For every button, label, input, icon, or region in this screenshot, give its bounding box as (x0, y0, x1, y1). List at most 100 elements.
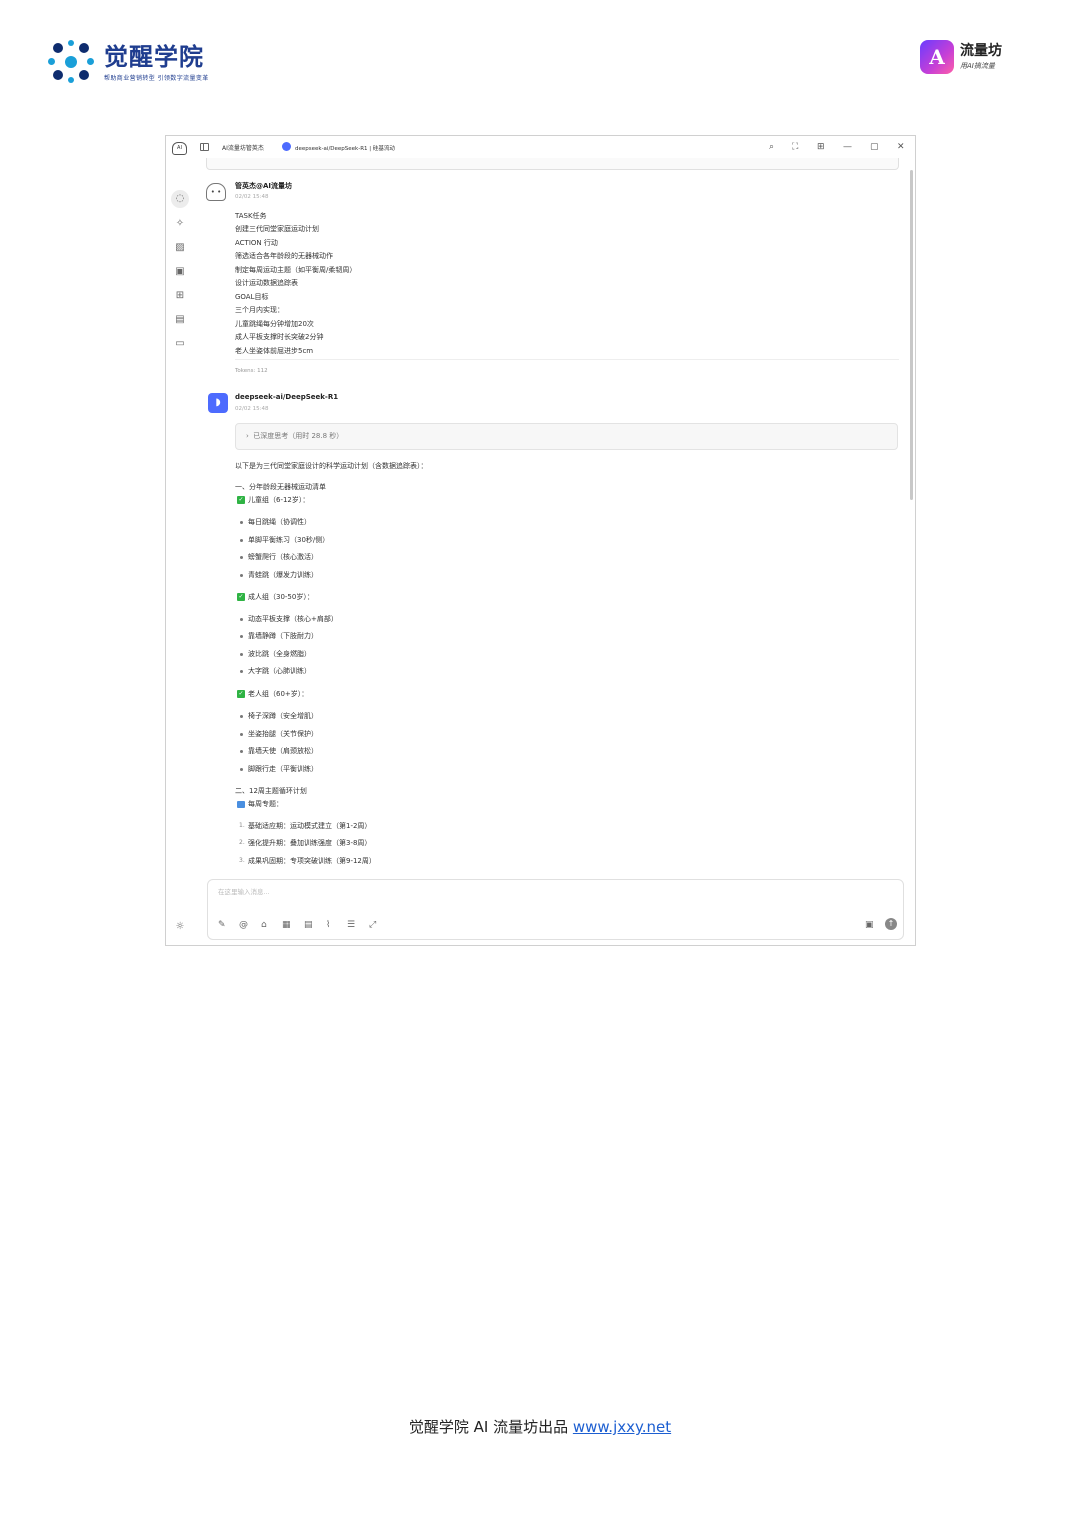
list-item: 螃蟹爬行（核心激活） (248, 553, 318, 561)
sidebar-toggle-icon[interactable] (200, 143, 209, 151)
user-avatar: • • (206, 183, 226, 201)
bullet (240, 539, 243, 542)
send-button[interactable]: ↑ (885, 918, 897, 930)
sparkle-icon[interactable]: ✧ (174, 218, 186, 230)
minimize-button[interactable]: — (843, 141, 852, 153)
robot-app-icon[interactable]: AI (172, 142, 187, 155)
thinking-collapse[interactable]: › 已深度思考（用时 28.8 秒） (235, 423, 898, 450)
document-search-icon[interactable]: ▤ (174, 314, 186, 326)
input-placeholder: 在这里输入消息... (218, 888, 270, 896)
brand-subtitle: 帮助商业营销转型 引领数字流量变革 (104, 74, 209, 82)
user-line: 制定每周运动主题（如平衡周/柔韧周） (235, 266, 357, 274)
footer-link[interactable]: www.jxxy.net (573, 1418, 671, 1436)
phase-item: 强化提升期：叠加训练强度（第3-8周） (248, 839, 372, 847)
brand-logo: 觉醒学院 帮助商业营销转型 引领数字流量变革 (48, 40, 209, 84)
user-line: 成人平板支撑时长突破2分钟 (235, 333, 324, 341)
checkbox-icon: ✓ (237, 593, 245, 601)
apps-icon[interactable]: ⊞ (174, 290, 186, 302)
folder-icon[interactable]: ▭ (174, 338, 186, 350)
assistant-intro: 以下是为三代同堂家庭设计的科学运动计划（含数据追踪表）： (235, 462, 428, 470)
chat-area: • • 管英杰@AI流量坊 02/02 15:48 TASK任务 创建三代同堂家… (194, 158, 904, 878)
apps-grid-icon[interactable]: ⊞ (817, 141, 825, 153)
user-line: 老人坐姿体前屈进步5cm (235, 347, 314, 355)
group-label: 成人组（30-50岁）： (248, 593, 314, 601)
page-footer: 觉醒学院 AI 流量坊出品 www.jxxy.net (0, 1416, 1080, 1437)
bullet (240, 670, 243, 673)
group-label: 儿童组（6-12岁）： (248, 496, 310, 504)
liuliangfang-logo-icon: A (920, 40, 954, 74)
token-count: Tokens: 112 (235, 368, 268, 374)
expand-icon[interactable]: ⤢ (369, 920, 376, 930)
search-icon[interactable]: ⌕ (769, 141, 774, 153)
assistant-tab[interactable]: AI流量坊管英杰 (222, 143, 264, 152)
user-timestamp: 02/02 15:48 (235, 194, 269, 200)
bullet (240, 733, 243, 736)
bullet (240, 750, 243, 753)
assistant-timestamp: 02/02 15:48 (235, 406, 269, 412)
chat-scrollbar[interactable] (910, 170, 913, 500)
partner-logo-subtitle: 用AI搞流量 (960, 62, 995, 70)
app-window: AI AI流量坊管英杰 deepseek-ai/DeepSeek-R1 | 硅基… (165, 135, 916, 946)
message-divider (235, 359, 899, 360)
clear-icon[interactable]: ☰ (347, 920, 355, 930)
sun-icon[interactable]: ☼ (174, 921, 186, 933)
chat-icon[interactable]: ◌ (174, 193, 186, 205)
title-bar: AI AI流量坊管英杰 deepseek-ai/DeepSeek-R1 | 硅基… (166, 136, 915, 158)
mention-icon[interactable]: @ (239, 920, 248, 930)
user-line: ACTION 行动 (235, 239, 278, 247)
previous-message-edge (206, 158, 899, 170)
weekly-label: 每周专题： (248, 800, 283, 808)
footer-text: 觉醒学院 AI 流量坊出品 (408, 1418, 573, 1436)
image-icon[interactable]: ▨ (174, 242, 186, 254)
attachment-icon[interactable]: ⌇ (326, 920, 330, 930)
edit-icon[interactable]: ✎ (218, 920, 226, 930)
bullet (240, 715, 243, 718)
list-number: 2. (239, 839, 245, 846)
list-item: 脚跟行走（平衡训练） (248, 765, 318, 773)
partner-logo-title: 流量坊 (960, 43, 1002, 59)
list-item: 单脚平衡练习（30秒/侧） (248, 536, 330, 544)
list-item: 青蛙跳（爆发力训练） (248, 571, 318, 579)
image-add-icon[interactable]: ▣ (174, 266, 186, 278)
list-item: 坐姿抬腿（关节保护） (248, 730, 318, 738)
list-item: 椅子深蹲（安全增肌） (248, 712, 318, 720)
bullet (240, 521, 243, 524)
bullet (240, 653, 243, 656)
section-heading: 一、分年龄段无器械运动清单 (235, 483, 326, 491)
group-label: 老人组（60+岁）： (248, 690, 309, 698)
molecule-logo-icon (48, 40, 94, 84)
web-search-icon[interactable]: ▤ (304, 920, 313, 930)
user-line: 儿童跳绳每分钟增加20次 (235, 320, 314, 328)
deepseek-avatar-icon: ◗ (208, 393, 228, 413)
assistant-icon[interactable]: ⌂ (261, 920, 267, 930)
bullet (240, 618, 243, 621)
table-icon[interactable]: ▦ (282, 920, 291, 930)
bullet (240, 635, 243, 638)
bullet (240, 556, 243, 559)
thinking-label: 已深度思考（用时 28.8 秒） (253, 432, 344, 440)
user-line: 三个月内实现： (235, 306, 284, 314)
close-button[interactable]: ✕ (897, 141, 905, 153)
list-item: 动态平板支撑（核心+肩部） (248, 615, 338, 623)
checkbox-icon: ✓ (237, 496, 245, 504)
user-line: GOAL目标 (235, 293, 269, 301)
list-item: 靠墙天使（肩颈放松） (248, 747, 318, 755)
image-upload-icon[interactable]: ▣ (865, 920, 874, 930)
list-item: 每日跳绳（协调性） (248, 518, 311, 526)
list-item: 靠墙静蹲（下肢耐力） (248, 632, 318, 640)
bullet (240, 768, 243, 771)
left-rail: ◌ ✧ ▨ ▣ ⊞ ▤ ▭ ☼ ⚙ (166, 158, 194, 945)
list-item: 大字跳（心肺训练） (248, 667, 311, 675)
user-line: 筛选适合各年龄段的无器械动作 (235, 252, 333, 260)
calendar-icon (237, 801, 245, 808)
phase-item: 基础适应期：运动模式建立（第1-2周） (248, 822, 372, 830)
maximize-button[interactable]: ▢ (870, 141, 879, 153)
fit-screen-icon[interactable]: ⛶ (792, 141, 798, 153)
deepseek-model-icon (282, 142, 291, 151)
user-name: 管英杰@AI流量坊 (235, 182, 293, 190)
message-input[interactable]: 在这里输入消息... ✎ @ ⌂ ▦ ▤ ⌇ ☰ ⤢ ▣ ↑ (207, 879, 904, 940)
list-item: 波比跳（全身燃脂） (248, 650, 311, 658)
partner-logo: A 流量坊 用AI搞流量 (920, 40, 1002, 74)
checkbox-icon: ✓ (237, 690, 245, 698)
model-selector[interactable]: deepseek-ai/DeepSeek-R1 | 硅基流动 (295, 144, 395, 152)
